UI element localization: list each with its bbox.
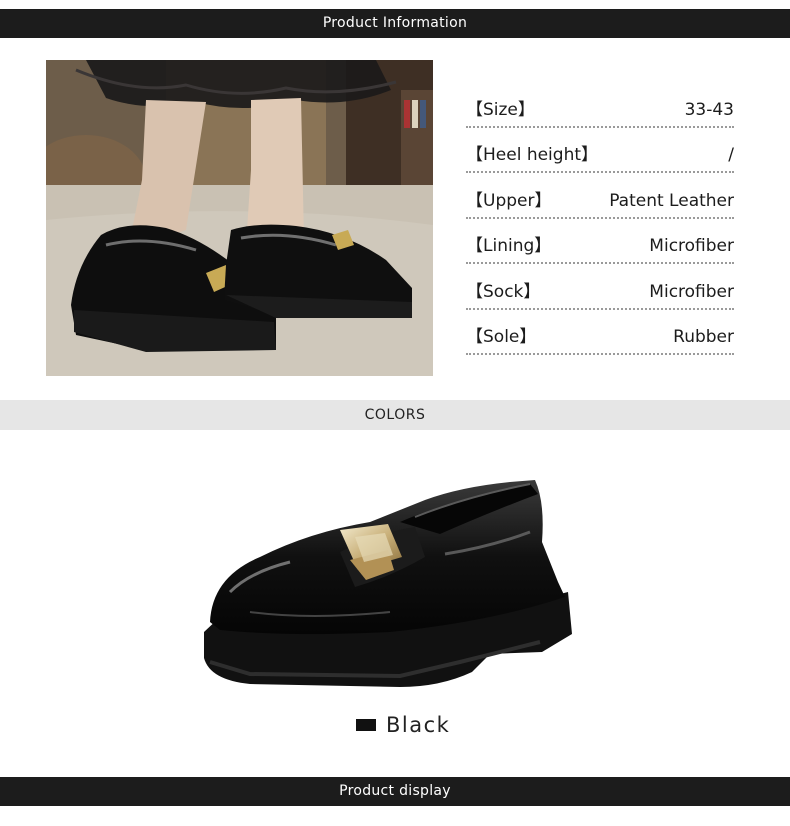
- black-loafer-product-image: [190, 462, 590, 712]
- spec-row-sole: 【Sole】 Rubber: [466, 310, 734, 355]
- spec-row-size: 【Size】 33-43: [466, 82, 734, 128]
- spec-value: Microfiber: [649, 281, 734, 302]
- spec-value: Microfiber: [649, 236, 734, 256]
- color-option-black: Black: [356, 710, 450, 740]
- color-swatch: [356, 719, 376, 731]
- spec-row-sock: 【Sock】 Microfiber: [466, 264, 734, 310]
- spec-value: /: [728, 145, 734, 165]
- spec-row-upper: 【Upper】 Patent Leather: [466, 173, 734, 219]
- spec-value: 33-43: [684, 99, 734, 120]
- section-header-product-display: Product display: [0, 777, 790, 806]
- spec-key: 【Sole】: [466, 327, 537, 347]
- section-header-colors: COLORS: [0, 400, 790, 430]
- spec-key: 【Sock】: [466, 281, 541, 302]
- section-title: Product display: [339, 783, 451, 799]
- spec-value: Rubber: [673, 327, 734, 347]
- spec-key: 【Upper】: [466, 190, 552, 211]
- spec-key: 【Lining】: [466, 236, 552, 256]
- spec-row-heel-height: 【Heel height】 /: [466, 128, 734, 173]
- specification-table: 【Size】 33-43 【Heel height】 / 【Upper】 Pat…: [466, 82, 734, 355]
- spec-row-lining: 【Lining】 Microfiber: [466, 219, 734, 264]
- color-name: Black: [386, 713, 451, 737]
- section-title: COLORS: [364, 407, 426, 423]
- section-header-product-information: Product Information: [0, 9, 790, 38]
- section-title: Product Information: [322, 15, 468, 31]
- model-wearing-shoes-photo: [46, 60, 433, 376]
- spec-key: 【Size】: [466, 99, 535, 120]
- spec-key: 【Heel height】: [466, 145, 599, 165]
- spec-value: Patent Leather: [609, 190, 734, 211]
